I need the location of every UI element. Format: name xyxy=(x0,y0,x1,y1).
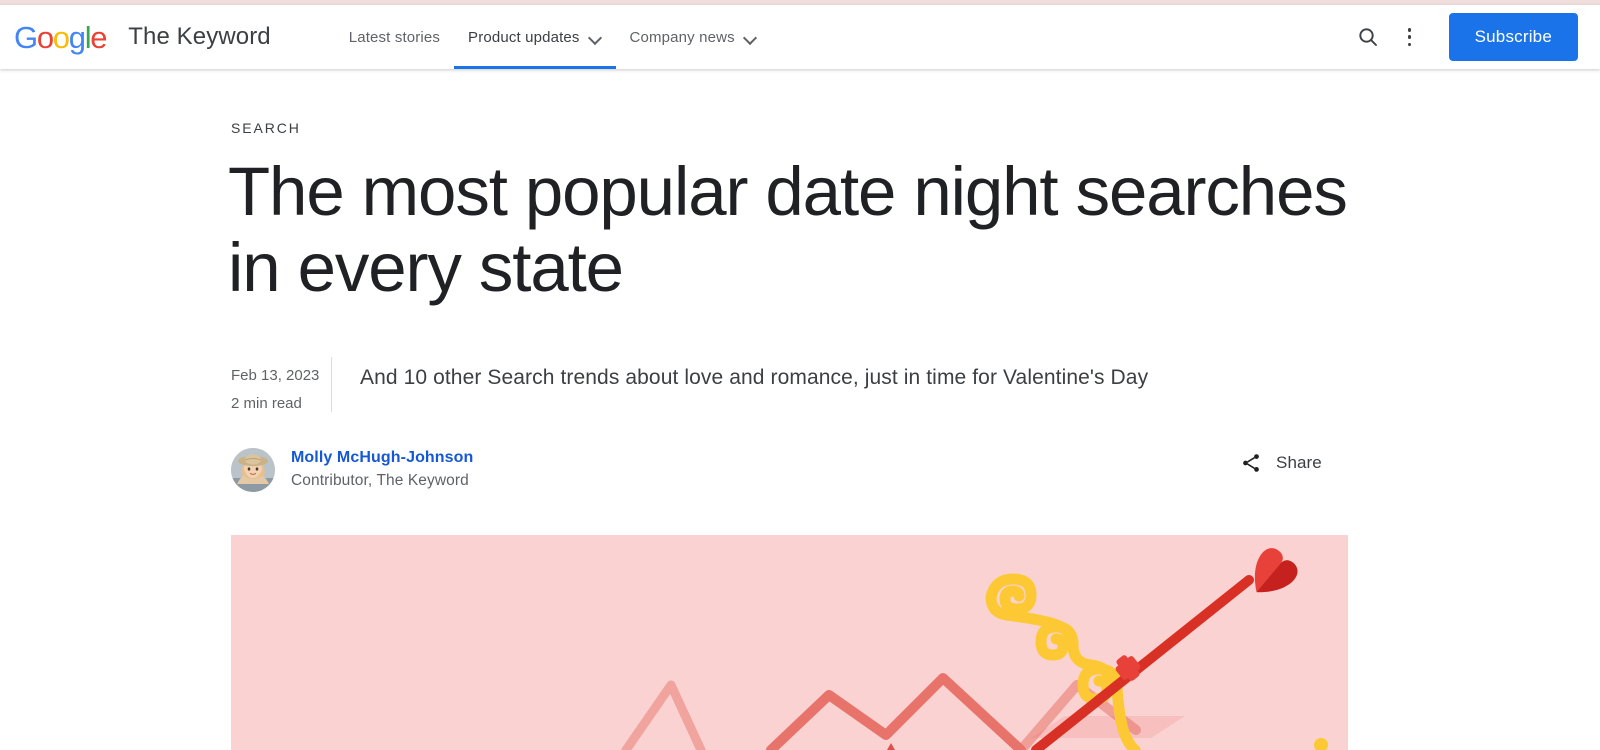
category-label[interactable]: SEARCH xyxy=(231,120,301,136)
nav-label: Company news xyxy=(629,28,735,46)
author-name[interactable]: Molly McHugh-Johnson xyxy=(291,447,473,469)
meta-dates: Feb 13, 2023 2 min read xyxy=(231,357,321,418)
nav-item-latest-stories[interactable]: Latest stories xyxy=(335,5,454,69)
author-role: Contributor, The Keyword xyxy=(291,472,469,489)
search-button[interactable] xyxy=(1347,16,1389,58)
chevron-down-icon xyxy=(589,31,602,44)
header-actions: Subscribe xyxy=(1347,5,1600,69)
more-vertical-icon xyxy=(1407,28,1412,46)
publish-date: Feb 13, 2023 xyxy=(231,367,320,384)
share-icon xyxy=(1243,454,1259,472)
page-title: The most popular date night searches in … xyxy=(228,153,1348,306)
brand-home-link[interactable]: Google The Keyword xyxy=(14,5,271,69)
search-icon xyxy=(1358,28,1377,46)
author-byline[interactable]: Molly McHugh-Johnson Contributor, The Ke… xyxy=(231,447,473,492)
share-button[interactable]: Share xyxy=(1240,452,1322,474)
article-meta: Feb 13, 2023 2 min read And 10 other Sea… xyxy=(231,357,1148,418)
nav-item-product-updates[interactable]: Product updates xyxy=(454,5,616,69)
read-time: 2 min read xyxy=(231,395,302,412)
google-logo: Google xyxy=(14,19,108,55)
avatar-photo xyxy=(231,447,275,492)
site-header: Google The Keyword Latest stories Produc… xyxy=(0,5,1600,69)
subscribe-button[interactable]: Subscribe xyxy=(1448,13,1578,61)
chevron-down-icon xyxy=(744,31,757,44)
hero-image xyxy=(231,535,1348,750)
more-options-button[interactable] xyxy=(1389,16,1431,58)
share-label: Share xyxy=(1276,453,1322,472)
brand-name: The Keyword xyxy=(128,23,271,50)
article-subtitle: And 10 other Search trends about love an… xyxy=(360,366,1149,389)
article-container: SEARCH The most popular date night searc… xyxy=(0,69,1600,750)
byline-text: Molly McHugh-Johnson Contributor, The Ke… xyxy=(291,447,473,492)
nav-label: Product updates xyxy=(468,28,580,46)
nav-label: Latest stories xyxy=(348,28,441,46)
meta-divider xyxy=(331,357,332,412)
hero-illustration xyxy=(231,535,1348,750)
main-nav: Latest stories Product updates Company n… xyxy=(335,5,771,69)
nav-item-company-news[interactable]: Company news xyxy=(616,5,771,69)
avatar xyxy=(231,447,275,492)
